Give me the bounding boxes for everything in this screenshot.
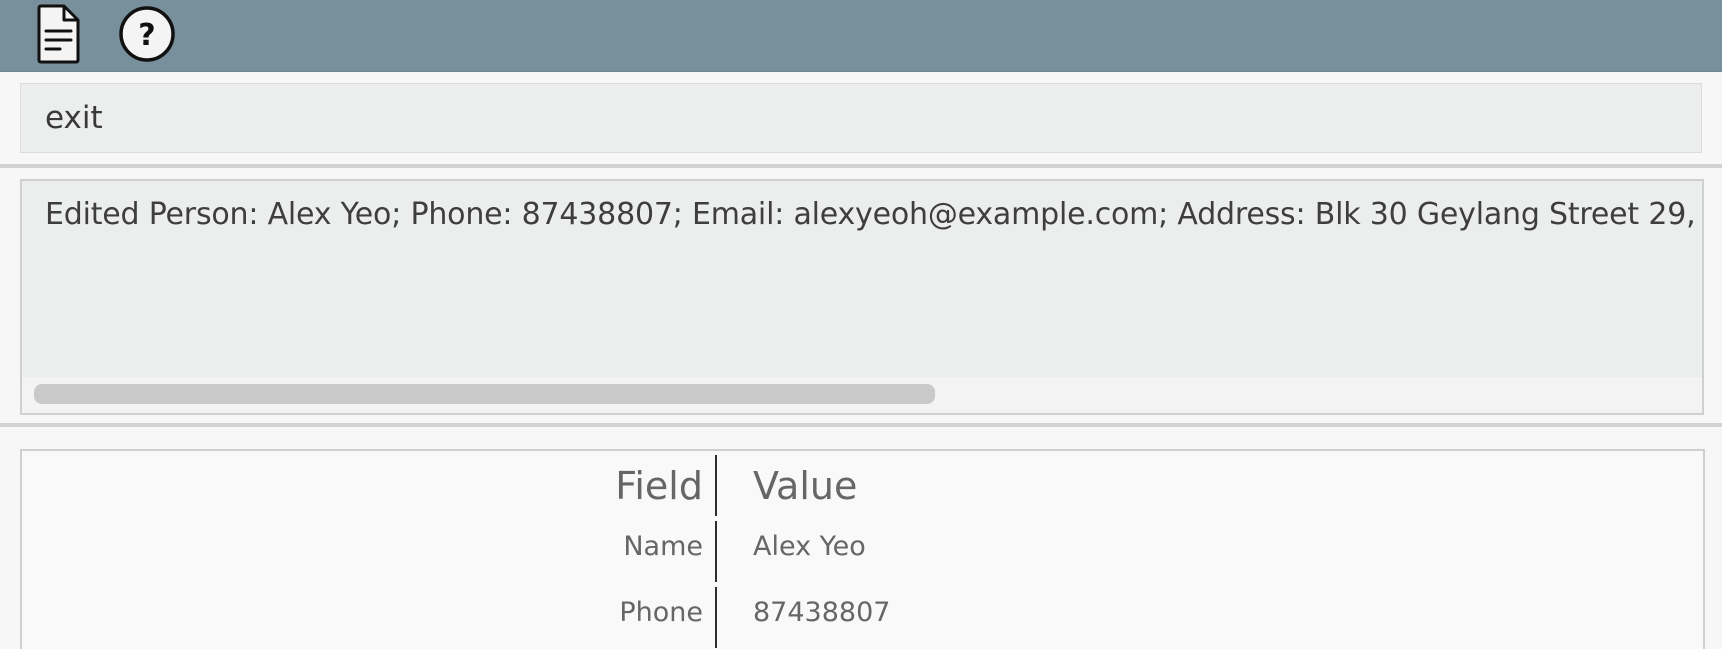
file-button[interactable] (28, 4, 88, 64)
pane-divider[interactable] (0, 164, 1722, 168)
pane-divider[interactable] (0, 423, 1722, 427)
table-row: Phone 87438807 (22, 583, 1703, 649)
field-value: Alex Yeo (753, 531, 866, 562)
help-icon: ? (119, 6, 175, 62)
value-column-header: Value (753, 464, 858, 508)
result-display: Edited Person: Alex Yeo; Phone: 87438807… (20, 179, 1704, 415)
field-value: 87438807 (753, 597, 891, 628)
result-message: Edited Person: Alex Yeo; Phone: 87438807… (45, 197, 1704, 232)
command-box (20, 83, 1702, 153)
column-separator (715, 587, 717, 648)
help-button[interactable]: ? (117, 4, 177, 64)
field-column-header: Field (615, 464, 703, 508)
scrollbar-thumb[interactable] (34, 384, 935, 404)
person-details-table: Field Value Name Alex Yeo Phone 87438807 (20, 449, 1705, 649)
field-label: Name (623, 531, 703, 562)
document-icon (37, 4, 80, 64)
app-window: ? Edited Person: Alex Yeo; Phone: 874388… (0, 0, 1722, 649)
command-input[interactable] (21, 84, 1701, 152)
menu-bar: ? (0, 0, 1722, 72)
column-separator (715, 455, 717, 516)
field-label: Phone (619, 597, 703, 628)
column-separator (715, 521, 717, 582)
table-row: Name Alex Yeo (22, 517, 1703, 583)
svg-text:?: ? (138, 18, 155, 53)
horizontal-scrollbar[interactable] (22, 377, 1702, 413)
table-header: Field Value (22, 451, 1703, 517)
